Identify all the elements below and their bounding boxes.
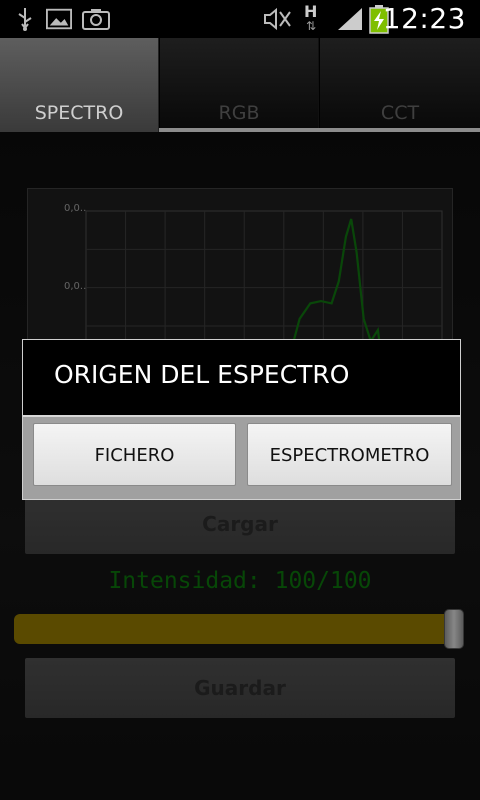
tab-cct[interactable]: CCT	[320, 38, 480, 132]
espectrometro-button[interactable]: ESPECTROMETRO	[247, 423, 452, 486]
status-bar: H ⇅ 12:23	[0, 0, 480, 38]
source-dialog: ORIGEN DEL ESPECTRO FICHERO ESPECTROMETR…	[22, 339, 461, 500]
tab-rgb-label: RGB	[218, 102, 260, 124]
status-clock: 12:23	[382, 2, 466, 35]
usb-icon	[18, 8, 32, 31]
dialog-divider	[23, 415, 460, 417]
tab-spectro-label: SPECTRO	[34, 102, 124, 124]
dialog-title-bar: ORIGEN DEL ESPECTRO	[23, 340, 460, 415]
signal-icon	[338, 8, 362, 30]
fichero-button[interactable]: FICHERO	[33, 423, 236, 486]
tab-spectro[interactable]: SPECTRO	[0, 38, 159, 132]
camera-icon	[82, 9, 110, 30]
tab-cct-label: CCT	[380, 102, 420, 124]
mute-icon	[264, 7, 291, 31]
data-h-icon: H ⇅	[304, 2, 318, 33]
dialog-title: ORIGEN DEL ESPECTRO	[54, 360, 350, 389]
tab-rgb[interactable]: RGB	[160, 38, 319, 132]
tab-bar: SPECTRO RGB CCT	[0, 38, 480, 132]
image-icon	[46, 8, 72, 30]
